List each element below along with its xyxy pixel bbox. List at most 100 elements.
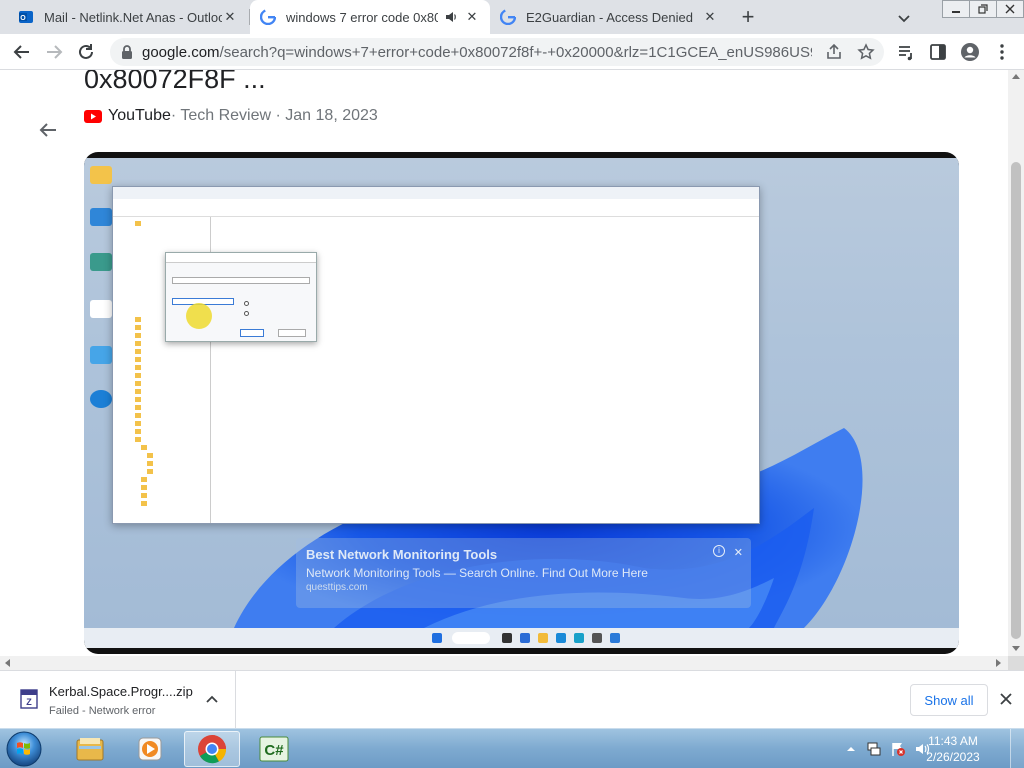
forward-icon[interactable]	[44, 42, 64, 62]
folder-icon	[135, 333, 141, 338]
scroll-down-icon[interactable]	[1012, 646, 1020, 651]
speaker-icon[interactable]	[444, 10, 458, 24]
folder-icon	[147, 453, 153, 458]
close-icon	[1005, 4, 1015, 14]
scroll-right-icon[interactable]	[996, 659, 1001, 667]
network-icon[interactable]	[866, 741, 882, 757]
screen: O Mail - Netlink.Net Anas - Outlook ✕ wi…	[0, 0, 1024, 768]
tab-outlook[interactable]: O Mail - Netlink.Net Anas - Outlook ✕	[8, 0, 248, 34]
tab-e2guardian[interactable]: E2Guardian - Access Denied ✕	[490, 0, 728, 34]
folder-icon	[147, 461, 153, 466]
ad-title[interactable]: Best Network Monitoring Tools	[306, 547, 497, 562]
desktop-edge-icon	[90, 390, 112, 408]
video-ad-overlay[interactable]: Best Network Monitoring Tools Network Mo…	[296, 538, 751, 608]
chevron-up-icon[interactable]	[205, 693, 219, 707]
registry-editor-titlebar	[113, 187, 759, 199]
window-controls	[942, 0, 1024, 18]
result-source-row: YouTube · Tech Review · Jan 18, 2023	[84, 107, 378, 125]
scrollbar-corner	[1008, 656, 1024, 670]
side-panel-icon[interactable]	[928, 42, 948, 62]
show-hidden-icons-icon[interactable]	[846, 744, 856, 754]
close-download-shelf-icon[interactable]	[999, 692, 1013, 706]
profile-avatar-icon[interactable]	[960, 42, 980, 62]
registry-editor-path	[113, 208, 759, 217]
taskbar-explorer[interactable]	[62, 731, 118, 767]
url-path: /search?q=windows+7+error+code+0x80072f8…	[219, 44, 812, 61]
folder-icon	[135, 413, 141, 418]
task-view-icon	[502, 633, 512, 643]
new-tab-icon[interactable]: +	[736, 4, 760, 29]
reload-icon[interactable]	[76, 42, 96, 62]
start-orb-icon[interactable]	[4, 730, 44, 768]
url-text[interactable]: google.com/search?q=windows+7+error+code…	[142, 44, 812, 61]
tab-title: Mail - Netlink.Net Anas - Outlook	[44, 9, 222, 25]
scroll-left-icon[interactable]	[5, 659, 10, 667]
folder-icon	[135, 381, 141, 386]
download-item[interactable]: Z Kerbal.Space.Progr....zip Failed - Net…	[0, 671, 236, 729]
tab-google-search[interactable]: windows 7 error code 0x80072f8f ✕	[250, 0, 490, 34]
folder-icon	[135, 437, 141, 442]
desktop-network-icon	[90, 253, 112, 271]
clock-date: 2/26/2023	[926, 750, 980, 764]
video-player[interactable]: Best Network Monitoring Tools Network Mo…	[84, 152, 959, 654]
outlook-icon: O	[19, 11, 33, 23]
folder-icon	[147, 469, 153, 474]
show-desktop-button[interactable]	[1010, 729, 1024, 768]
share-icon[interactable]	[825, 43, 843, 61]
regedit-taskbar-icon	[610, 633, 620, 643]
svg-text:C#: C#	[264, 742, 284, 759]
win11-start-icon	[432, 633, 442, 643]
minimize-icon	[952, 11, 960, 13]
system-clock[interactable]: 11:43 AM 2/26/2023	[920, 733, 986, 765]
ad-url: questtips.com	[306, 582, 368, 593]
scroll-up-icon[interactable]	[1012, 74, 1020, 79]
horizontal-scrollbar[interactable]	[0, 656, 1008, 670]
win11-search-box	[452, 632, 490, 644]
close-tab-icon[interactable]: ✕	[464, 9, 480, 25]
result-meta: · Tech Review · Jan 18, 2023	[170, 107, 378, 124]
back-arrow-icon[interactable]	[38, 120, 58, 140]
minimize-button[interactable]	[942, 0, 970, 18]
media-controls-icon[interactable]	[896, 42, 916, 62]
edge-icon	[556, 633, 566, 643]
video-frame-desktop: Best Network Monitoring Tools Network Mo…	[84, 158, 959, 628]
address-bar[interactable]: google.com/search?q=windows+7+error+code…	[110, 38, 884, 66]
youtube-icon	[84, 109, 102, 123]
close-tab-icon[interactable]: ✕	[702, 9, 718, 25]
taskbar-media-player[interactable]	[122, 731, 178, 767]
download-shelf: Z Kerbal.Space.Progr....zip Failed - Net…	[0, 670, 1024, 729]
restore-button[interactable]	[969, 0, 997, 18]
vertical-scrollbar[interactable]	[1008, 70, 1024, 656]
tab-strip: O Mail - Netlink.Net Anas - Outlook ✕ wi…	[0, 0, 1024, 34]
dialog-cancel-button	[278, 329, 306, 337]
action-center-flag-icon[interactable]	[890, 741, 906, 757]
zip-file-icon: Z	[20, 689, 38, 709]
ad-info-icon[interactable]: i	[713, 545, 725, 557]
bookmark-star-icon[interactable]	[857, 43, 875, 61]
desktop-computer-icon	[90, 208, 112, 226]
ad-close-icon[interactable]: ✕	[734, 546, 743, 559]
result-source[interactable]: YouTube	[108, 107, 171, 125]
tab-search-chevron-icon[interactable]	[894, 8, 914, 28]
browser-toolbar: google.com/search?q=windows+7+error+code…	[0, 34, 1024, 70]
show-all-downloads-button[interactable]: Show all	[910, 684, 988, 716]
folder-icon	[141, 493, 147, 498]
menu-kebab-icon[interactable]	[992, 42, 1012, 62]
url-host: google.com	[142, 44, 220, 61]
edit-dword-dialog	[165, 252, 317, 342]
google-icon	[500, 9, 516, 25]
folder-icon	[135, 357, 141, 362]
video-frame-taskbar	[84, 628, 959, 648]
result-headline[interactable]: 0x80072F8F ...	[84, 70, 266, 95]
scrollbar-thumb[interactable]	[1011, 162, 1021, 639]
back-icon[interactable]	[12, 42, 32, 62]
close-window-button[interactable]	[996, 0, 1024, 18]
taskbar-csharp-app[interactable]: C#	[246, 731, 302, 767]
lock-icon[interactable]	[120, 44, 134, 60]
folder-icon	[135, 349, 141, 354]
download-status: Failed - Network error	[49, 705, 156, 717]
close-tab-icon[interactable]: ✕	[222, 9, 238, 25]
taskbar-chrome[interactable]	[184, 731, 240, 767]
folder-icon	[141, 501, 147, 506]
decimal-radio	[244, 311, 249, 316]
